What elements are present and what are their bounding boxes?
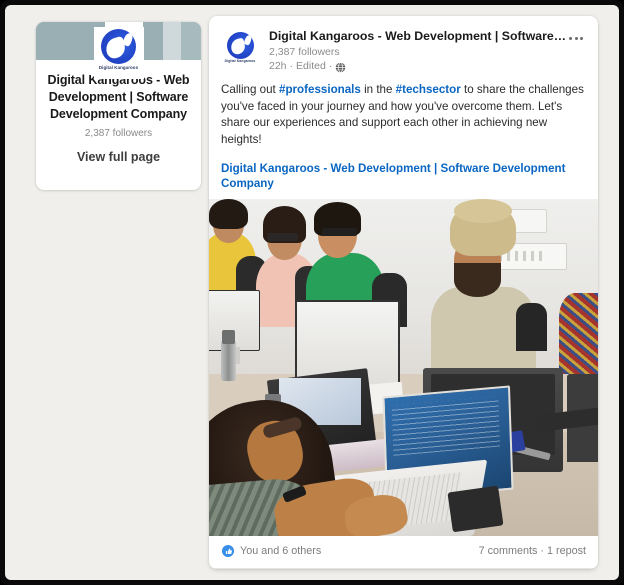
meta-separator: · — [328, 60, 333, 72]
page-background: Digital Kangaroos Digital Kangaroos - We… — [5, 5, 619, 580]
hashtag-techsector[interactable]: #techsector — [396, 83, 461, 96]
photo-person-turban — [454, 199, 513, 223]
company-preview-card[interactable]: Digital Kangaroos Digital Kangaroos - We… — [36, 22, 201, 190]
post-text: Calling out #professionals in the #techs… — [221, 82, 586, 148]
post-reactions[interactable]: You and 6 others — [221, 544, 321, 558]
post-company-link[interactable]: Digital Kangaroos - Web Development | So… — [221, 161, 586, 191]
photo-chair — [516, 303, 548, 351]
photo-person-hair — [209, 199, 248, 230]
linkedin-post-card: Digital Kangaroos Digital Kangaroos - We… — [209, 16, 598, 569]
post-comments-reposts-text[interactable]: 7 comments · 1 repost — [479, 545, 586, 557]
post-header: Digital Kangaroos Digital Kangaroos - We… — [209, 16, 598, 73]
post-body: Calling out #professionals in the #techs… — [209, 73, 598, 199]
reactions-count-text: You and 6 others — [240, 545, 322, 557]
photo-person-glasses — [321, 227, 357, 237]
screenshot-frame: Digital Kangaroos Digital Kangaroos - We… — [0, 0, 624, 585]
post-time: 22h — [269, 60, 287, 72]
meta-separator: · — [289, 60, 294, 72]
company-name: Digital Kangaroos - Web Development | So… — [47, 73, 190, 121]
avatar-wordmark: Digital Kangaroos — [224, 59, 256, 64]
kangaroo-logo-icon — [101, 29, 136, 64]
banner-block — [163, 22, 182, 60]
post-text-part: Calling out — [221, 83, 280, 96]
post-footer: You and 6 others 7 comments · 1 repost — [209, 536, 598, 569]
thumbs-up-icon — [221, 544, 235, 558]
photo-bottle-cap — [222, 330, 235, 344]
post-meta: 22h · Edited · — [269, 59, 588, 73]
banner-block — [181, 22, 201, 60]
post-author-followers: 2,387 followers — [269, 46, 340, 58]
photo-person-glasses — [267, 232, 299, 242]
view-full-page-button[interactable]: View full page — [46, 149, 191, 166]
globe-icon — [335, 61, 346, 73]
post-more-options-button[interactable] — [565, 30, 587, 46]
ellipsis-dot — [574, 36, 578, 40]
photo-person — [559, 293, 598, 375]
hashtag-professionals[interactable]: #professionals — [279, 83, 361, 96]
company-logo: Digital Kangaroos — [93, 27, 144, 79]
post-header-text: Digital Kangaroos - Web Development | So… — [269, 28, 588, 73]
company-followers-count: 2,387 followers — [84, 128, 153, 139]
photo-water-bottle — [220, 340, 237, 381]
ellipsis-dot — [569, 36, 572, 40]
post-author-name[interactable]: Digital Kangaroos - Web Development | So… — [269, 29, 569, 44]
company-logo-wordmark: Digital Kangaroos — [98, 65, 139, 70]
post-edited-label: Edited — [296, 60, 326, 72]
ellipsis-dot — [580, 36, 583, 40]
company-banner: Digital Kangaroos — [36, 22, 201, 79]
post-author-avatar[interactable]: Digital Kangaroos — [220, 28, 260, 68]
kangaroo-logo-icon — [226, 32, 254, 60]
photo-person-beard — [454, 263, 501, 297]
banner-block — [143, 22, 164, 60]
photo-smartphone — [447, 485, 504, 533]
post-image[interactable] — [209, 199, 598, 536]
post-text-part: in the — [360, 83, 396, 96]
